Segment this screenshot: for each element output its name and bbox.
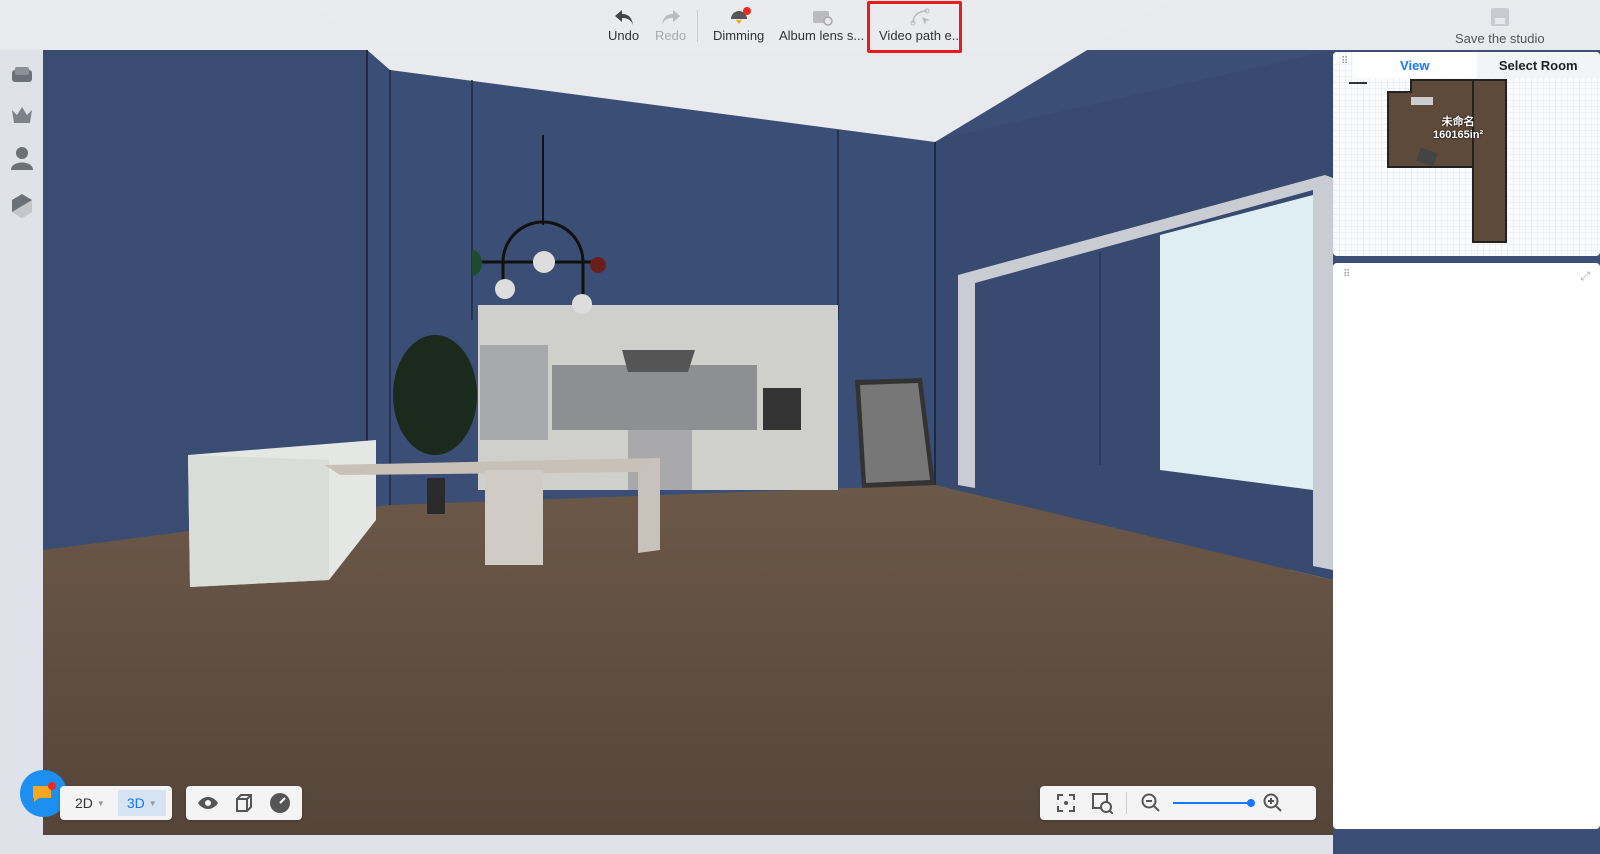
mode-2d-label: 2D [75,795,93,811]
floorplan-map[interactable] [1333,52,1600,256]
room-name: 未命名 [1441,116,1475,128]
chevron-down-icon: ▼ [148,798,157,808]
lamp-icon [726,6,752,28]
minimap-panel: ⠿ View Select Room 未命名 160165in² [1333,52,1600,256]
undo-button[interactable]: Undo [608,6,639,43]
tab-view[interactable]: View [1353,52,1477,78]
zoom-slider-thumb[interactable] [1247,799,1255,807]
mode-3d-label: 3D [126,795,145,811]
redo-label: Redo [655,28,687,43]
chevron-down-icon: ▼ [96,798,105,808]
gauge-icon [270,793,290,813]
drag-handle-icon[interactable]: ⠿ [1343,270,1351,280]
zoom-in-icon [1263,793,1282,812]
album-lens-label: Album lens s... [779,28,865,43]
material-icon[interactable] [9,192,35,218]
album-lens-button[interactable]: Album lens s... [779,6,864,43]
zoom-out-button[interactable] [1133,787,1169,819]
cube-button[interactable] [226,787,262,819]
minimap-tabs: View Select Room [1353,52,1600,78]
view-tools [186,786,302,820]
save-studio-label: Save the studio [1455,31,1545,46]
chat-icon [32,781,56,802]
sofa-icon[interactable] [9,62,35,88]
album-camera-icon [810,6,834,28]
mode-2d-button[interactable]: 2D ▼ [66,790,114,816]
zoom-controls [1040,786,1316,820]
zoom-area-icon [1092,793,1113,814]
undo-label: Undo [608,28,640,43]
highlight-box [867,1,962,53]
focus-button[interactable] [1048,787,1084,819]
properties-panel: ⠿ ⤢ [1333,263,1600,829]
cube-icon [236,794,252,812]
save-icon [1489,6,1511,31]
save-studio-button[interactable]: Save the studio [1455,6,1545,46]
zoom-slider[interactable] [1173,797,1255,809]
view-mode-switcher: 2D ▼ 3D ▼ [60,786,172,820]
divider [1126,792,1127,814]
mode-3d-button[interactable]: 3D ▼ [117,790,166,816]
crown-icon[interactable] [9,102,35,128]
zoom-area-button[interactable] [1084,787,1120,819]
focus-icon [1057,794,1075,812]
tab-select-room[interactable]: Select Room [1476,52,1600,78]
user-icon[interactable] [9,145,35,171]
undo-icon [613,6,635,28]
redo-icon [660,6,682,28]
room-label: 未命名 160165in² [1433,116,1483,142]
toolbar-divider [697,10,698,42]
redo-button[interactable]: Redo [655,6,686,43]
eye-button[interactable] [190,787,226,819]
expand-icon[interactable]: ⤢ [1580,269,1590,284]
top-toolbar: Undo Redo Dimming Album lens s... Video … [0,0,1600,53]
performance-button[interactable] [262,787,298,819]
zoom-out-icon [1141,793,1160,812]
eye-icon [198,797,218,809]
room-area: 160165in² [1433,129,1484,141]
zoom-in-button[interactable] [1255,787,1291,819]
drag-handle-icon[interactable]: ⠿ [1341,57,1349,67]
left-sidebar [0,50,43,854]
dimming-button[interactable]: Dimming [713,6,764,43]
dimming-label: Dimming [713,28,765,43]
